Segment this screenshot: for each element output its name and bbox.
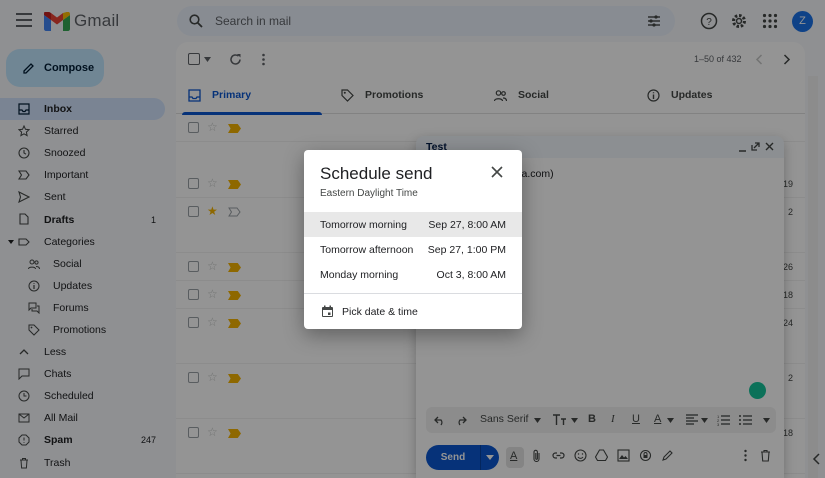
schedule-option-tomorrow-morning[interactable]: Tomorrow morning Sep 27, 8:00 AM <box>304 212 522 237</box>
option-name: Monday morning <box>320 269 399 281</box>
pick-date-time-button[interactable]: Pick date & time <box>304 296 522 326</box>
option-time: Oct 3, 8:00 AM <box>436 269 506 281</box>
timezone-label: Eastern Daylight Time <box>320 188 418 199</box>
calendar-icon <box>322 305 333 317</box>
dialog-title: Schedule send <box>320 164 433 183</box>
option-time: Sep 27, 8:00 AM <box>428 219 506 231</box>
option-name: Tomorrow afternoon <box>320 244 414 256</box>
option-time: Sep 27, 1:00 PM <box>427 244 506 256</box>
pick-date-time-label: Pick date & time <box>342 306 418 318</box>
schedule-option-tomorrow-afternoon[interactable]: Tomorrow afternoon Sep 27, 1:00 PM <box>304 237 522 262</box>
dialog-divider <box>304 293 522 294</box>
close-icon[interactable] <box>490 165 504 179</box>
schedule-send-dialog: Schedule send Eastern Daylight Time Tomo… <box>304 150 522 329</box>
option-name: Tomorrow morning <box>320 219 407 231</box>
schedule-option-monday-morning[interactable]: Monday morning Oct 3, 8:00 AM <box>304 262 522 287</box>
